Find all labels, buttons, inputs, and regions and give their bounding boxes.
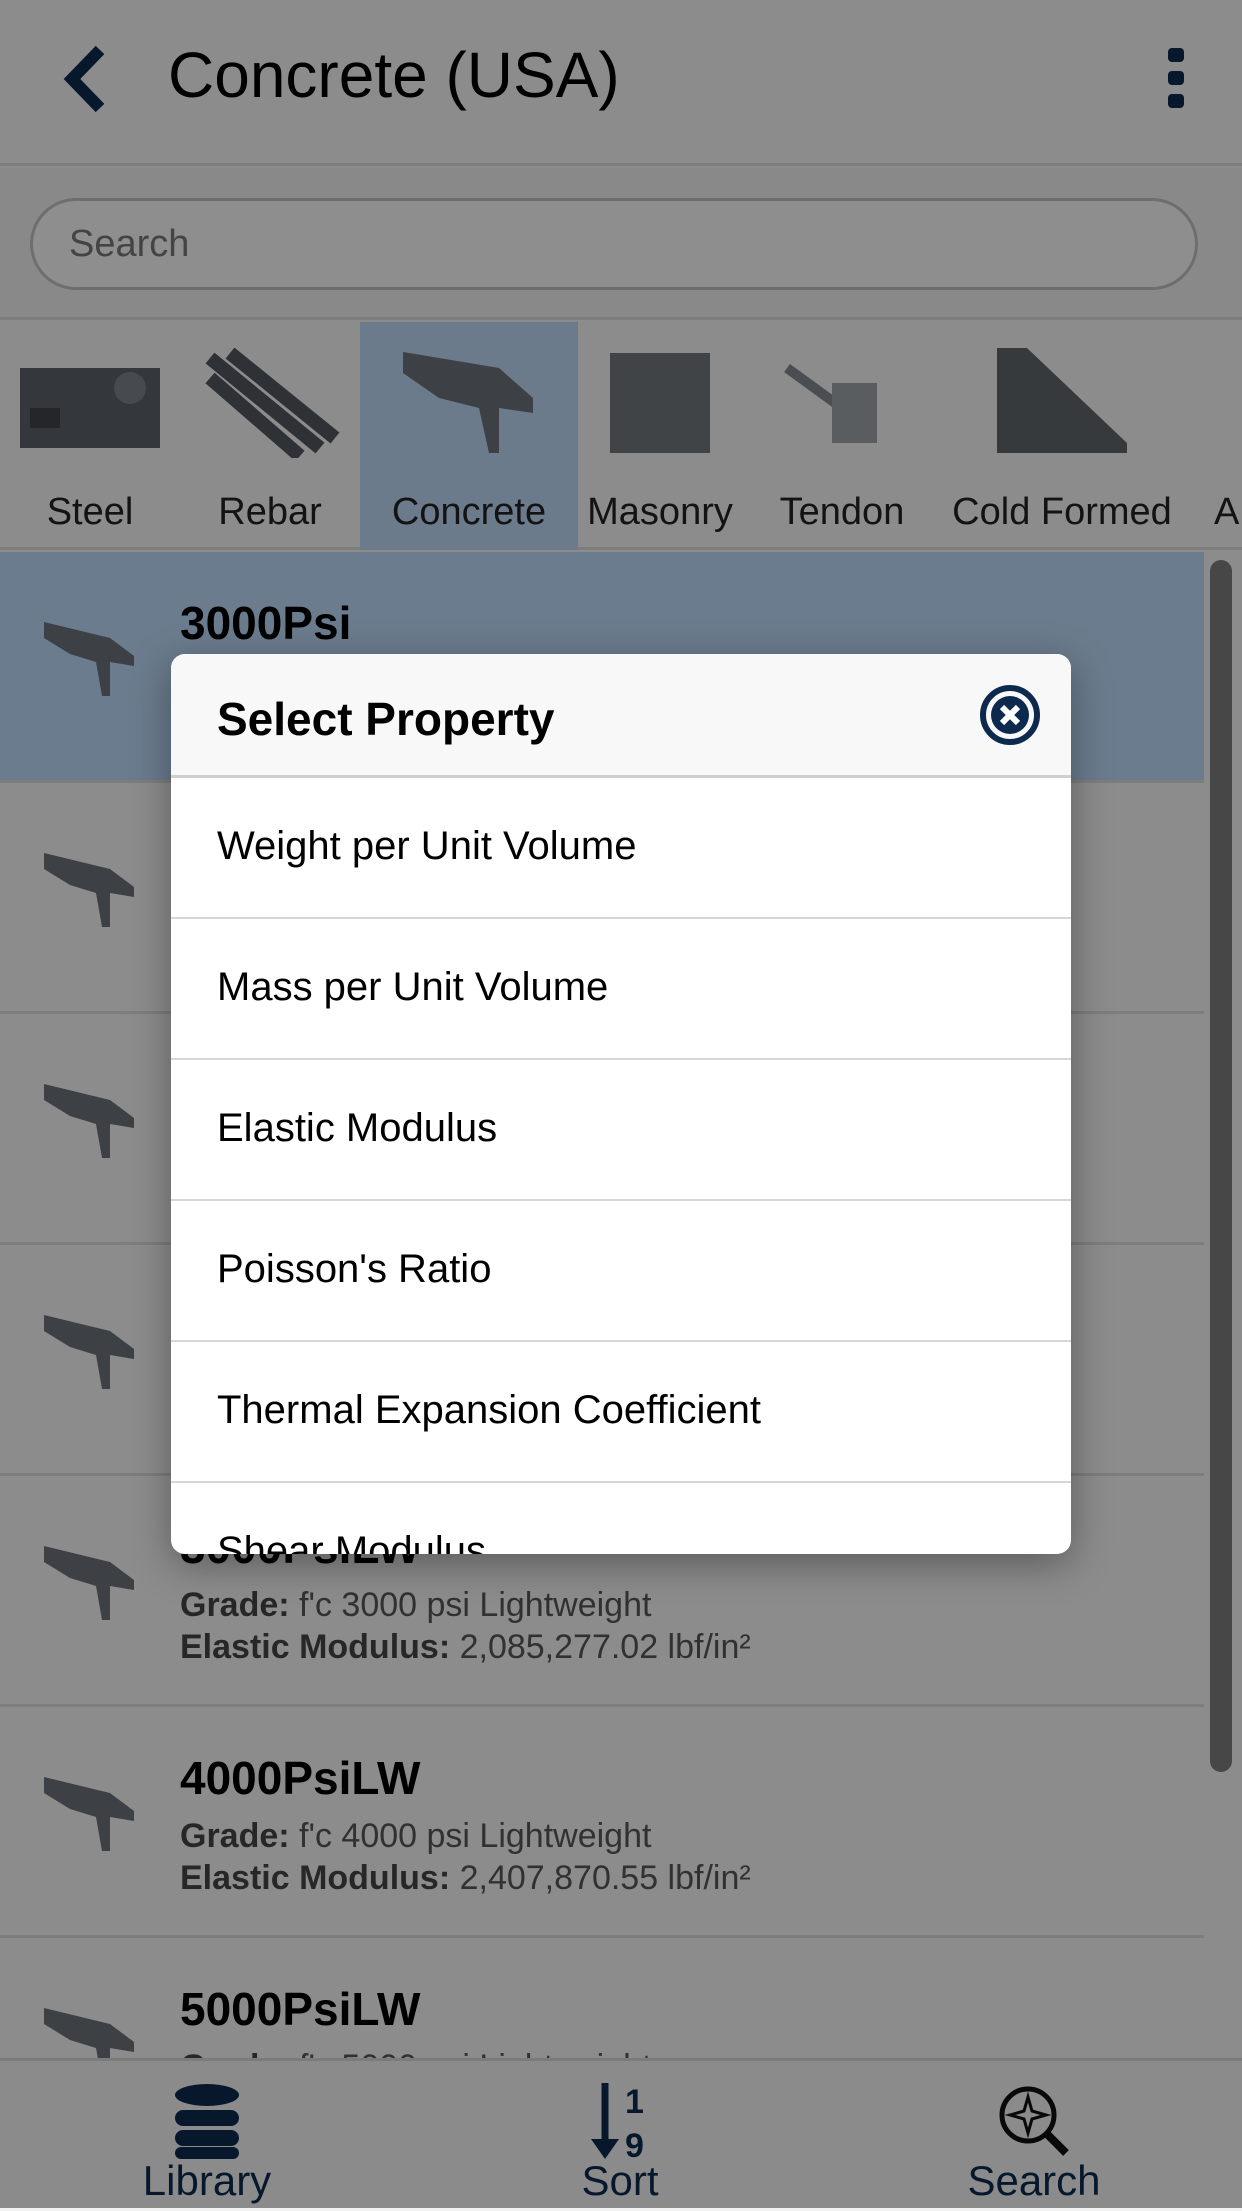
close-circle-icon[interactable] [979, 684, 1041, 746]
property-option[interactable]: Shear Modulus [171, 1483, 1071, 1554]
select-property-dialog: Select Property Weight per Unit Volume M… [171, 654, 1071, 1554]
property-option[interactable]: Mass per Unit Volume [171, 919, 1071, 1060]
dialog-title: Select Property [217, 693, 555, 745]
property-option[interactable]: Thermal Expansion Coefficient [171, 1342, 1071, 1483]
property-option[interactable]: Elastic Modulus [171, 1060, 1071, 1201]
property-option[interactable]: Weight per Unit Volume [171, 778, 1071, 919]
dialog-header: Select Property [171, 654, 1071, 778]
property-option[interactable]: Poisson's Ratio [171, 1201, 1071, 1342]
